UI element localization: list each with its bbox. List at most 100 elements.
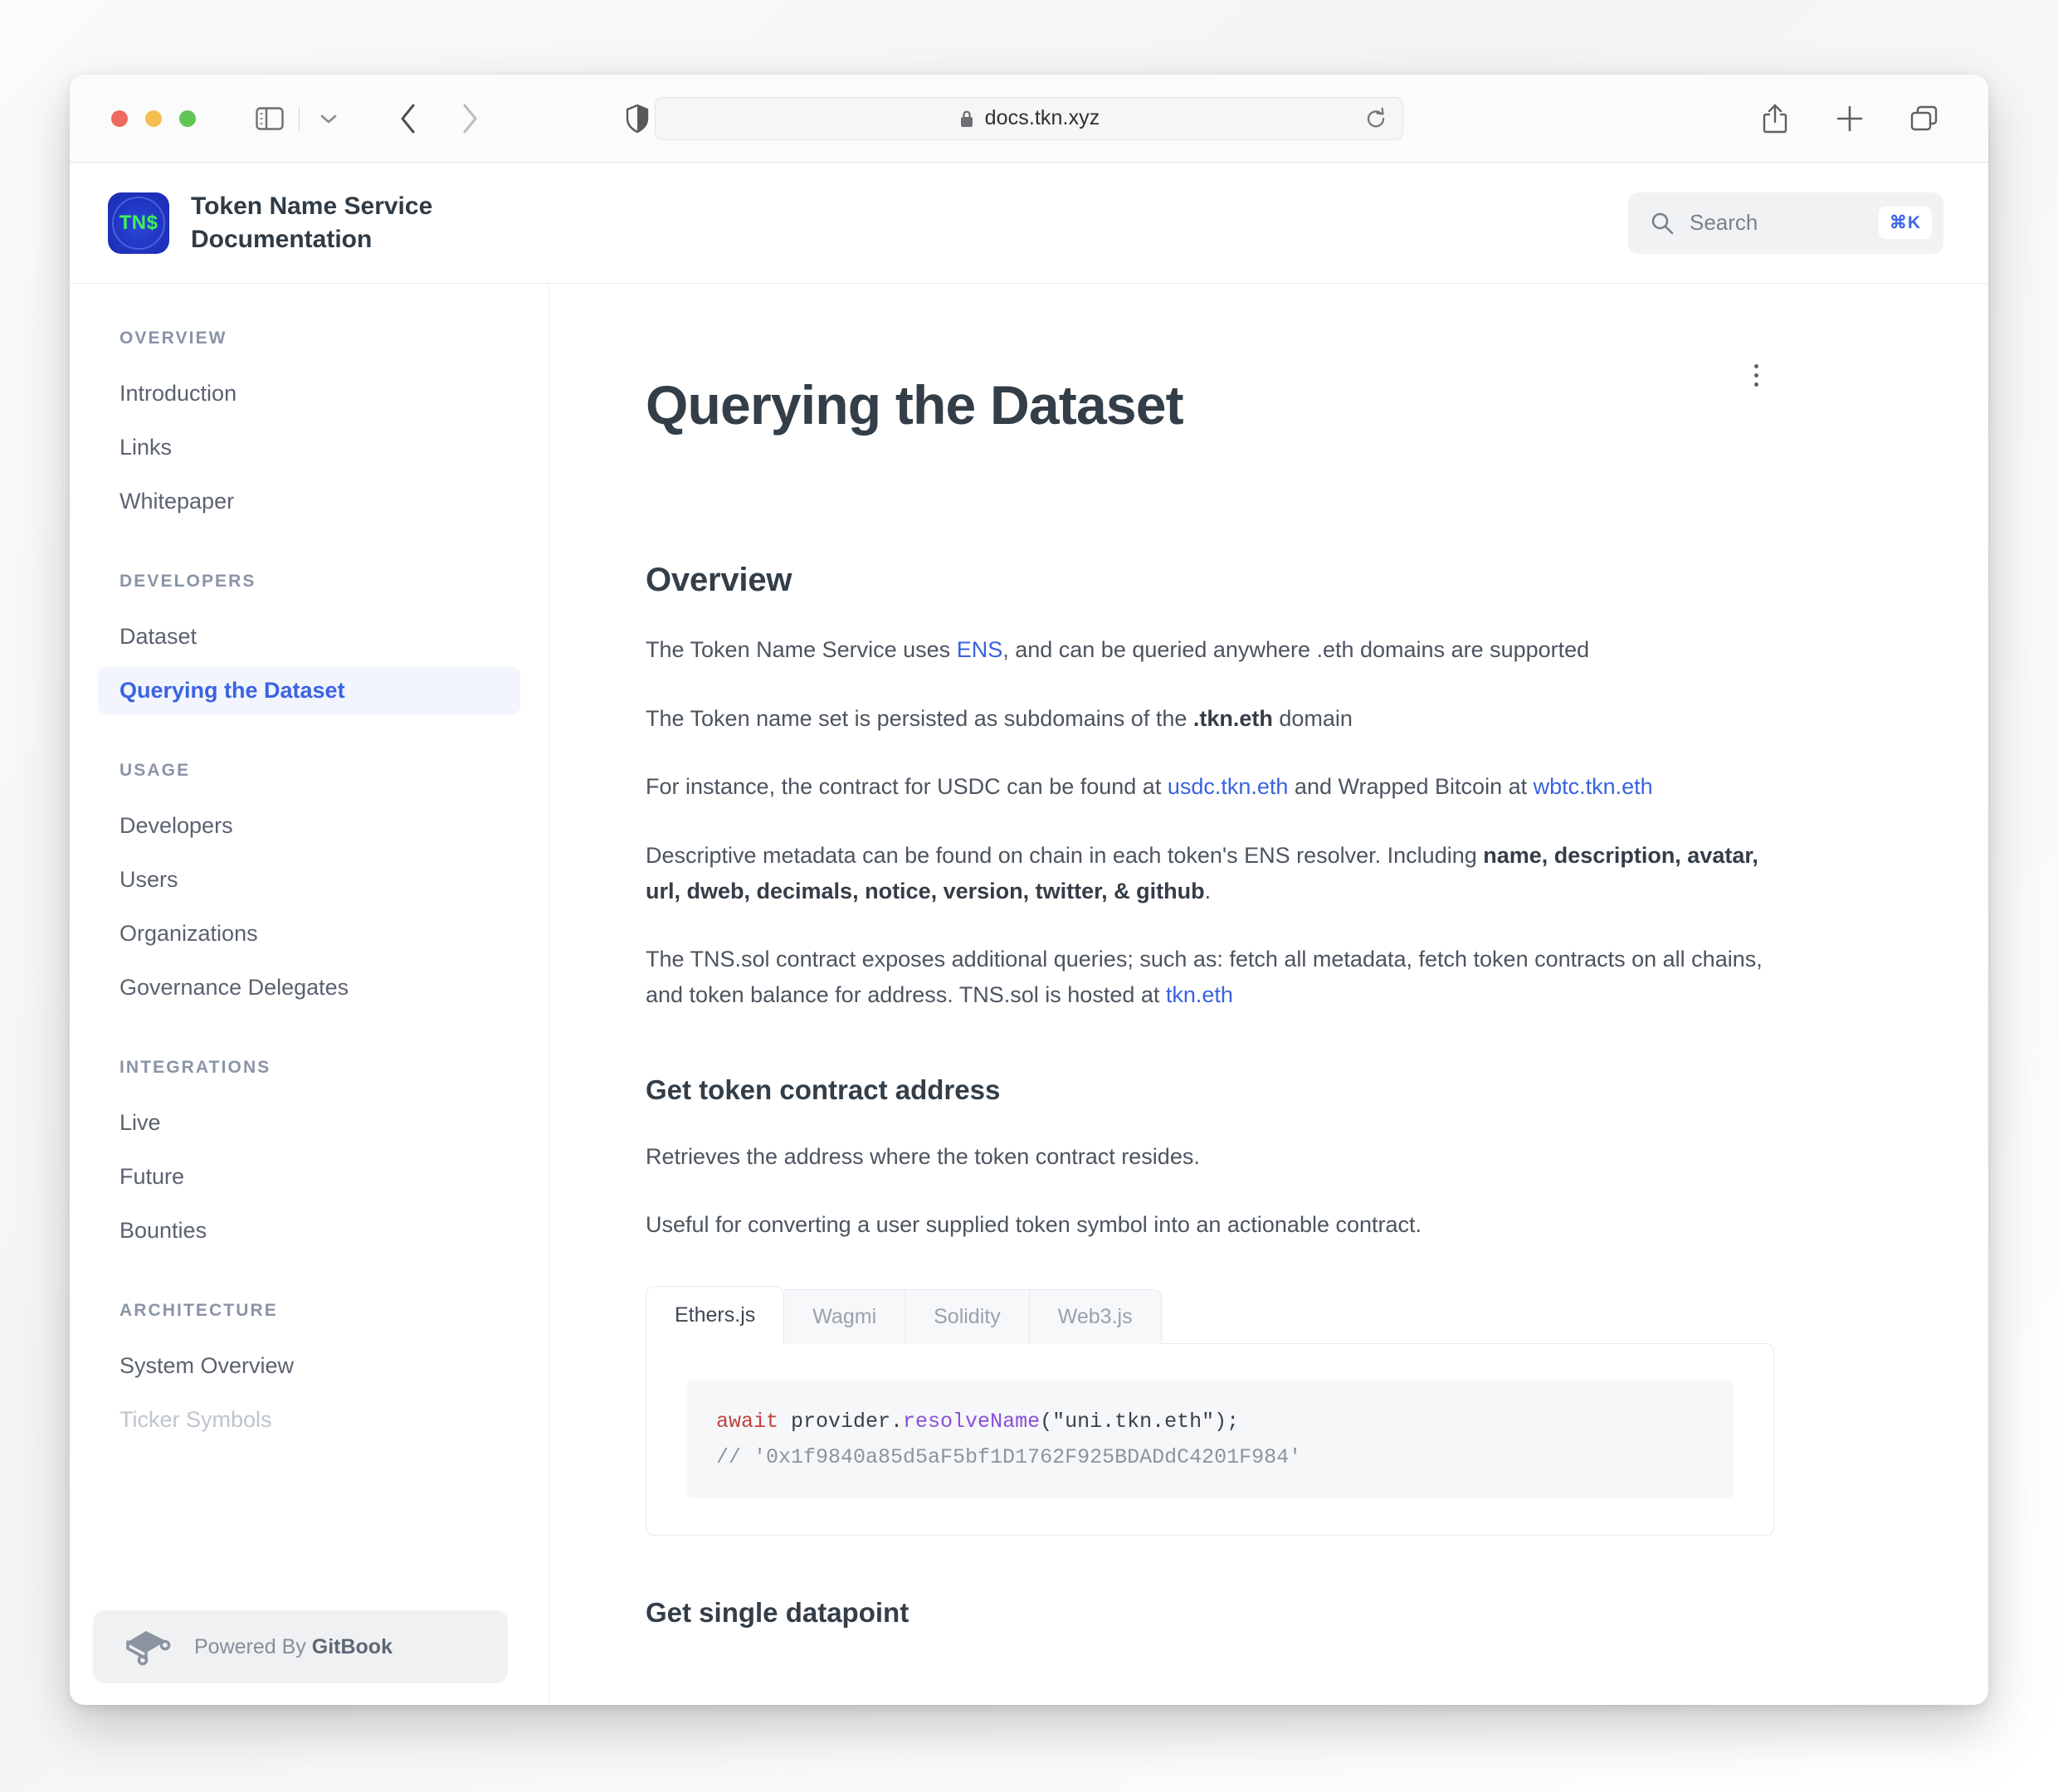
plus-icon[interactable] xyxy=(1827,96,1872,141)
reload-icon[interactable] xyxy=(1364,106,1387,130)
link-wbtc-tkn-eth[interactable]: wbtc.tkn.eth xyxy=(1534,774,1653,799)
tab-overview-icon[interactable] xyxy=(1902,96,1947,141)
logo-text: TN$ xyxy=(119,211,158,234)
sidebar-item-organizations[interactable]: Organizations xyxy=(98,910,520,957)
close-window-button[interactable] xyxy=(111,110,128,127)
tns-logo-icon: TN$ xyxy=(108,192,169,254)
p2-text-b: domain xyxy=(1272,705,1353,731)
address-bar-url: docs.tkn.xyz xyxy=(984,106,1100,129)
nav-group-title: OVERVIEW xyxy=(119,329,227,348)
link-ens[interactable]: ENS xyxy=(957,637,1003,662)
nav-group-title: USAGE xyxy=(119,761,191,780)
paragraph-useful-for: Useful for converting a user supplied to… xyxy=(646,1212,1422,1238)
paragraph-subdomains: The Token name set is persisted as subdo… xyxy=(646,701,1774,737)
minimize-window-button[interactable] xyxy=(145,110,162,127)
sidebar-item-future[interactable]: Future xyxy=(98,1153,520,1200)
site-header: TN$ Token Name Service Documentation Sea… xyxy=(70,163,1988,284)
gitbook-badge-text: Powered By GitBook xyxy=(194,1635,393,1659)
main-content: Querying the Dataset Overview The Token … xyxy=(549,284,1988,1705)
nav-group-title: ARCHITECTURE xyxy=(119,1301,278,1320)
paragraph-metadata: Descriptive metadata can be found on cha… xyxy=(646,838,1774,908)
code-tab-list: Ethers.js Wagmi Solidity Web3.js xyxy=(646,1285,1774,1344)
privacy-shield-icon[interactable] xyxy=(615,96,660,141)
section-heading-overview: Overview xyxy=(646,562,792,599)
kebab-menu-icon[interactable] xyxy=(1738,352,1774,398)
page-title: Querying the Dataset xyxy=(646,374,1184,436)
code-comment: // '0x1f9840a85d5aF5bf1D1762F925BDADdC42… xyxy=(716,1444,1302,1469)
link-tkn-eth[interactable]: tkn.eth xyxy=(1166,982,1233,1007)
p3-text-a: For instance, the contract for USDC can … xyxy=(646,774,1168,800)
lock-icon xyxy=(958,109,975,129)
share-icon[interactable] xyxy=(1753,96,1797,141)
window-traffic-lights[interactable] xyxy=(111,110,196,127)
maximize-window-button[interactable] xyxy=(179,110,196,127)
p1-text-a: The Token Name Service uses xyxy=(646,637,957,663)
toolbar-divider xyxy=(299,105,300,131)
gitbook-brand: GitBook xyxy=(311,1634,393,1658)
code-args: ("uni.tkn.eth"); xyxy=(1040,1409,1240,1434)
code-snippet[interactable]: await provider.resolveName("uni.tkn.eth"… xyxy=(686,1380,1734,1498)
p2-bold-domain: .tkn.eth xyxy=(1192,705,1273,731)
content-bottom-fade xyxy=(549,1672,1988,1705)
nav-group-title: DEVELOPERS xyxy=(119,572,256,591)
p3-text-b: and Wrapped Bitcoin at xyxy=(1288,774,1534,800)
sidebar-item-users[interactable]: Users xyxy=(98,856,520,903)
search-input[interactable]: Search ⌘K xyxy=(1628,192,1943,254)
nav-group-usage: USAGE Developers Users Organizations Gov… xyxy=(98,761,520,1011)
sidebar-item-live[interactable]: Live xyxy=(98,1099,520,1147)
sidebar-item-bounties[interactable]: Bounties xyxy=(98,1207,520,1254)
nav-group-title: INTEGRATIONS xyxy=(119,1058,271,1077)
p1-text-b: , and can be queried anywhere .eth domai… xyxy=(1002,637,1590,663)
paragraph-tns-sol: The TNS.sol contract exposes additional … xyxy=(646,942,1774,1012)
sidebar-item-whitepaper[interactable]: Whitepaper xyxy=(98,478,520,525)
sidebar-nav: OVERVIEW Introduction Links Whitepaper D… xyxy=(70,284,549,1705)
code-object: provider. xyxy=(778,1409,904,1434)
link-usdc-tkn-eth[interactable]: usdc.tkn.eth xyxy=(1168,774,1289,799)
sidebar-scroll-fade xyxy=(70,1557,549,1607)
code-panel: await provider.resolveName("uni.tkn.eth"… xyxy=(646,1342,1774,1536)
sidebar-item-dataset[interactable]: Dataset xyxy=(98,613,520,660)
gitbook-prefix: Powered By xyxy=(194,1634,312,1658)
nav-group-developers: DEVELOPERS Dataset Querying the Dataset xyxy=(98,572,520,714)
nav-group-integrations: INTEGRATIONS Live Future Bounties xyxy=(98,1058,520,1254)
p4-text-b: . xyxy=(1204,878,1212,903)
tab-solidity[interactable]: Solidity xyxy=(905,1288,1030,1344)
sidebar-item-querying-the-dataset[interactable]: Querying the Dataset xyxy=(98,667,520,714)
sidebar-item-system-overview[interactable]: System Overview xyxy=(98,1342,520,1390)
sidebar-item-links[interactable]: Links xyxy=(98,424,520,471)
section-heading-get-token-contract-address: Get token contract address xyxy=(646,1074,1001,1105)
search-icon xyxy=(1650,211,1675,236)
code-keyword-await: await xyxy=(716,1409,779,1434)
screenshot-stage: docs.tkn.xyz TN$ Token Name Service Docu… xyxy=(0,0,2058,1792)
paragraph-retrieves-address: Retrieves the address where the token co… xyxy=(646,1143,1200,1169)
code-method-name: resolveName xyxy=(903,1409,1041,1434)
back-chevron-icon[interactable] xyxy=(386,96,431,141)
paragraph-ens-query: The Token Name Service uses ENS, and can… xyxy=(646,632,1774,668)
nav-group-overview: OVERVIEW Introduction Links Whitepaper xyxy=(98,329,520,525)
sidebar-item-introduction[interactable]: Introduction xyxy=(98,370,520,417)
paragraph-examples: For instance, the contract for USDC can … xyxy=(646,769,1774,805)
address-bar[interactable]: docs.tkn.xyz xyxy=(655,96,1403,140)
chevron-down-icon[interactable] xyxy=(306,96,351,141)
search-shortcut-badge: ⌘K xyxy=(1878,207,1932,239)
tab-wagmi[interactable]: Wagmi xyxy=(784,1288,906,1344)
powered-by-gitbook-badge[interactable]: Powered By GitBook xyxy=(93,1610,508,1683)
p4-text-a: Descriptive metadata can be found on cha… xyxy=(646,843,1484,868)
sidebar-item-governance-delegates[interactable]: Governance Delegates xyxy=(98,964,520,1011)
p2-text-a: The Token name set is persisted as subdo… xyxy=(646,705,1193,731)
tab-ethers-js[interactable]: Ethers.js xyxy=(646,1285,785,1344)
sidebar-item-ticker-symbols[interactable]: Ticker Symbols xyxy=(98,1396,520,1444)
section-heading-get-single-datapoint: Get single datapoint xyxy=(646,1596,910,1628)
site-title: Token Name Service Documentation xyxy=(191,192,433,253)
nav-group-architecture: ARCHITECTURE System Overview Ticker Symb… xyxy=(98,1301,520,1444)
gitbook-logo-icon xyxy=(121,1627,173,1667)
search-placeholder: Search xyxy=(1690,210,1758,235)
brand[interactable]: TN$ Token Name Service Documentation xyxy=(108,190,473,256)
sidebar-toggle-icon[interactable] xyxy=(247,96,292,141)
tab-web3-js[interactable]: Web3.js xyxy=(1029,1288,1162,1344)
browser-toolbar: docs.tkn.xyz xyxy=(70,75,1988,163)
browser-window: docs.tkn.xyz TN$ Token Name Service Docu… xyxy=(70,75,1988,1705)
forward-chevron-icon[interactable] xyxy=(447,96,492,141)
sidebar-item-developers[interactable]: Developers xyxy=(98,802,520,850)
code-example-card: Ethers.js Wagmi Solidity Web3.js await p… xyxy=(646,1285,1774,1536)
